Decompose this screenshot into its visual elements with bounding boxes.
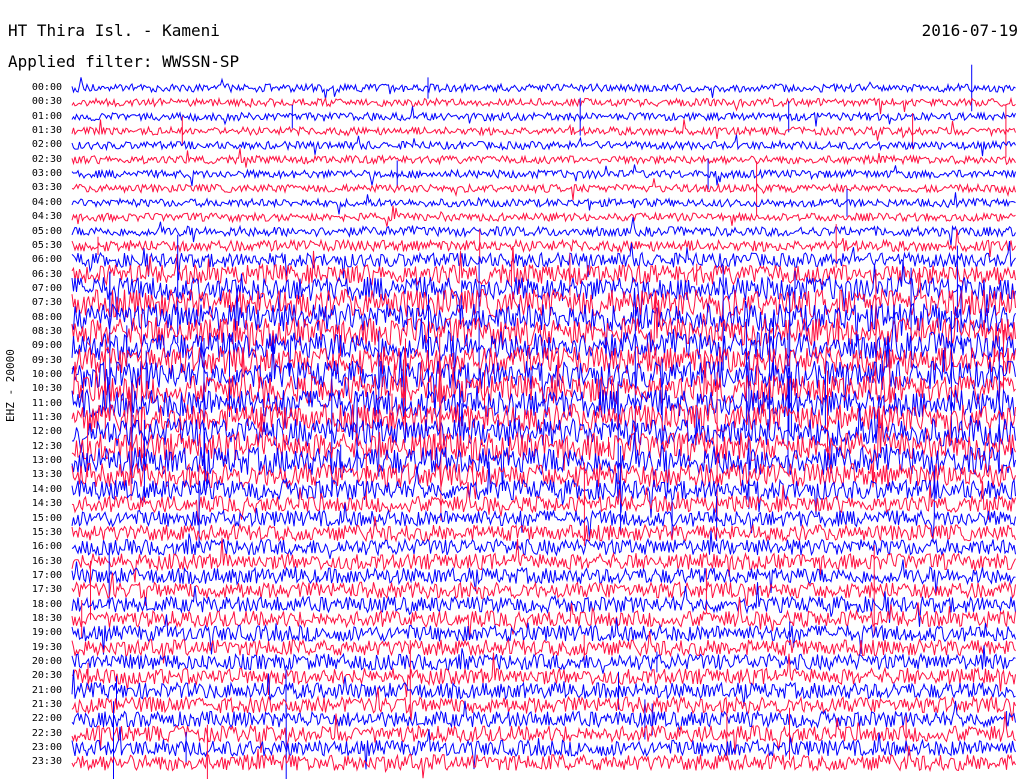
row-label: 11:30 bbox=[31, 412, 62, 424]
row-label: 12:00 bbox=[31, 426, 62, 438]
trace-row bbox=[71, 119, 1016, 141]
trace-row bbox=[71, 205, 1016, 227]
row-label: 11:00 bbox=[31, 397, 62, 409]
row-label: 16:00 bbox=[31, 541, 62, 553]
trace-row bbox=[71, 178, 1016, 201]
trace-row bbox=[71, 192, 1016, 215]
row-label: 15:30 bbox=[31, 526, 62, 538]
row-label: 18:00 bbox=[31, 598, 62, 610]
trace-row bbox=[71, 77, 1016, 100]
trace-row bbox=[71, 106, 1016, 127]
trace-row bbox=[71, 134, 1016, 157]
row-label: 01:30 bbox=[31, 125, 62, 137]
row-label: 09:30 bbox=[31, 354, 62, 366]
trace-row bbox=[71, 164, 1016, 187]
trace-row bbox=[71, 461, 1016, 518]
row-label: 03:00 bbox=[31, 168, 62, 180]
row-label: 21:00 bbox=[31, 684, 62, 696]
trace-row bbox=[71, 96, 1016, 115]
row-label: 19:00 bbox=[31, 627, 62, 639]
row-label: 02:30 bbox=[31, 153, 62, 165]
row-label: 20:30 bbox=[31, 670, 62, 682]
row-label: 12:30 bbox=[31, 440, 62, 452]
row-label: 05:00 bbox=[31, 225, 62, 237]
row-label: 14:30 bbox=[31, 498, 62, 510]
row-label: 04:30 bbox=[31, 211, 62, 223]
row-label: 10:30 bbox=[31, 383, 62, 395]
row-label: 07:00 bbox=[31, 282, 62, 294]
row-label: 17:00 bbox=[31, 569, 62, 581]
row-label: 18:30 bbox=[31, 612, 62, 624]
row-label: 19:30 bbox=[31, 641, 62, 653]
row-label: 16:30 bbox=[31, 555, 62, 567]
row-label: 15:00 bbox=[31, 512, 62, 524]
row-label: 08:00 bbox=[31, 311, 62, 323]
row-label: 06:00 bbox=[31, 254, 62, 266]
trace-row bbox=[71, 516, 1016, 543]
row-label: 04:00 bbox=[31, 196, 62, 208]
row-label: 06:30 bbox=[31, 268, 62, 280]
row-label: 09:00 bbox=[31, 340, 62, 352]
row-label: 10:00 bbox=[31, 369, 62, 380]
row-label: 17:30 bbox=[31, 584, 62, 596]
row-label: 05:30 bbox=[31, 239, 62, 251]
row-label: 23:30 bbox=[31, 756, 62, 768]
record-date: 2016-07-19 bbox=[921, 21, 1018, 40]
row-label: 01:00 bbox=[31, 110, 62, 122]
row-label: 00:30 bbox=[31, 96, 62, 108]
row-label: 21:30 bbox=[31, 699, 62, 711]
row-label: 08:30 bbox=[31, 325, 62, 337]
row-label: 02:00 bbox=[31, 139, 62, 151]
row-label: 03:30 bbox=[31, 182, 62, 194]
row-label: 22:00 bbox=[31, 713, 62, 725]
row-label: 00:00 bbox=[31, 82, 62, 93]
trace-row bbox=[71, 217, 1016, 246]
row-label: 23:00 bbox=[31, 742, 62, 754]
trace-row bbox=[71, 229, 1016, 257]
row-label: 07:30 bbox=[31, 297, 62, 309]
station-title: HT Thira Isl. - Kameni bbox=[8, 21, 220, 40]
row-label: 22:30 bbox=[31, 727, 62, 739]
filter-label: Applied filter: WWSSN-SP bbox=[8, 52, 240, 71]
row-label: 20:00 bbox=[31, 656, 62, 667]
trace-row bbox=[71, 481, 1016, 526]
helicorder-plot bbox=[71, 64, 1016, 779]
row-label: 13:00 bbox=[31, 455, 62, 467]
trace-row bbox=[71, 148, 1016, 168]
row-label: 14:00 bbox=[31, 483, 62, 495]
row-label: 13:30 bbox=[31, 469, 62, 481]
